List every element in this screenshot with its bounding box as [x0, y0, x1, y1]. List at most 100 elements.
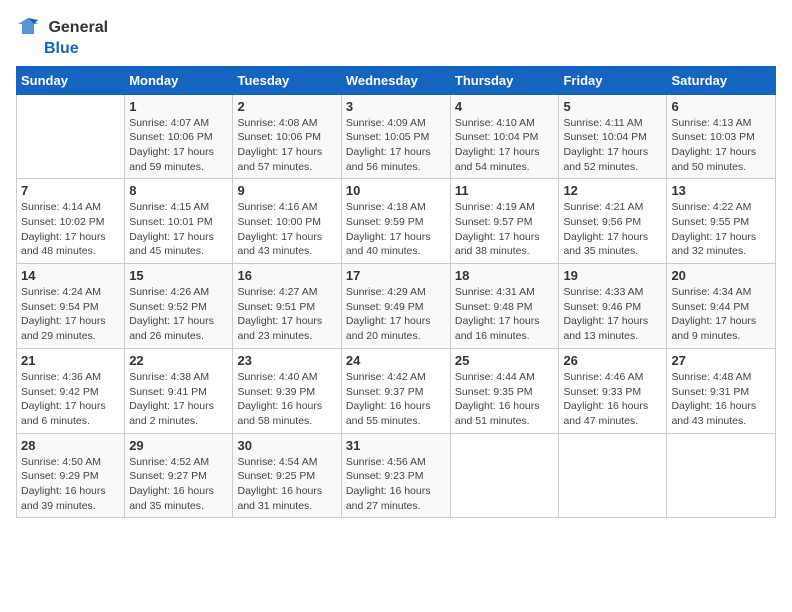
day-info: Sunrise: 4:14 AM Sunset: 10:02 PM Daylig…	[21, 200, 120, 259]
calendar-cell: 25Sunrise: 4:44 AM Sunset: 9:35 PM Dayli…	[450, 348, 559, 433]
calendar-cell	[450, 433, 559, 518]
day-info: Sunrise: 4:46 AM Sunset: 9:33 PM Dayligh…	[563, 370, 662, 429]
calendar-cell: 28 Sunrise: 4:50 AM Sunset: 9:29 PM Dayli…	[17, 433, 125, 518]
day-info: Sunrise: 4:07 AM Sunset: 10:06 PM Daylig…	[129, 116, 228, 175]
day-number: 29	[129, 438, 228, 453]
calendar-cell: 30Sunrise: 4:54 AM Sunset: 9:25 PM Dayli…	[233, 433, 341, 518]
calendar-cell: 9 Sunrise: 4:16 AM Sunset: 10:00 PM Dayli…	[233, 179, 341, 264]
weekday-header-friday: Friday	[559, 66, 667, 94]
day-number: 14	[21, 268, 120, 283]
calendar-cell: 2 Sunrise: 4:08 AM Sunset: 10:06 PM Dayli…	[233, 94, 341, 179]
day-number: 13	[671, 183, 771, 198]
calendar-cell: 29 Sunrise: 4:52 AM Sunset: 9:27 PM Dayli…	[125, 433, 233, 518]
day-number: 11	[455, 183, 555, 198]
calendar-cell: 5Sunrise: 4:11 AM Sunset: 10:04 PM Dayli…	[559, 94, 667, 179]
day-number: 6	[671, 99, 771, 114]
day-number: 2	[237, 99, 336, 114]
calendar-cell: 13 Sunrise: 4:22 AM Sunset: 9:55 PM Dayli…	[667, 179, 776, 264]
weekday-header-thursday: Thursday	[450, 66, 559, 94]
day-info: Sunrise: 4:34 AM Sunset: 9:44 PM Dayligh…	[671, 285, 771, 344]
day-info: Sunrise: 4:48 AM Sunset: 9:31 PM Dayligh…	[671, 370, 771, 429]
day-number: 20	[671, 268, 771, 283]
day-info: Sunrise: 4:27 AM Sunset: 9:51 PM Dayligh…	[237, 285, 336, 344]
day-info: Sunrise: 4:31 AM Sunset: 9:48 PM Dayligh…	[455, 285, 555, 344]
weekday-header-saturday: Saturday	[667, 66, 776, 94]
day-info: Sunrise: 4:18 AM Sunset: 9:59 PM Dayligh…	[346, 200, 446, 259]
day-info: Sunrise: 4:42 AM Sunset: 9:37 PM Dayligh…	[346, 370, 446, 429]
day-info: Sunrise: 4:08 AM Sunset: 10:06 PM Daylig…	[237, 116, 336, 175]
calendar-cell: 6 Sunrise: 4:13 AM Sunset: 10:03 PM Dayli…	[667, 94, 776, 179]
day-number: 26	[563, 353, 662, 368]
day-number: 31	[346, 438, 446, 453]
day-info: Sunrise: 4:50 AM Sunset: 9:29 PM Dayligh…	[21, 455, 120, 514]
day-info: Sunrise: 4:13 AM Sunset: 10:03 PM Daylig…	[671, 116, 771, 175]
logo: General Blue	[16, 16, 108, 58]
calendar-cell: 27 Sunrise: 4:48 AM Sunset: 9:31 PM Dayli…	[667, 348, 776, 433]
day-info: Sunrise: 4:26 AM Sunset: 9:52 PM Dayligh…	[129, 285, 228, 344]
calendar-cell: 19Sunrise: 4:33 AM Sunset: 9:46 PM Dayli…	[559, 264, 667, 349]
day-info: Sunrise: 4:36 AM Sunset: 9:42 PM Dayligh…	[21, 370, 120, 429]
day-number: 5	[563, 99, 662, 114]
calendar-week-row-2: 7 Sunrise: 4:14 AM Sunset: 10:02 PM Dayli…	[17, 179, 776, 264]
calendar-week-row-4: 21 Sunrise: 4:36 AM Sunset: 9:42 PM Dayli…	[17, 348, 776, 433]
day-number: 22	[129, 353, 228, 368]
day-number: 17	[346, 268, 446, 283]
weekday-header-wednesday: Wednesday	[341, 66, 450, 94]
day-number: 24	[346, 353, 446, 368]
day-number: 28	[21, 438, 120, 453]
day-info: Sunrise: 4:19 AM Sunset: 9:57 PM Dayligh…	[455, 200, 555, 259]
calendar-cell: 20 Sunrise: 4:34 AM Sunset: 9:44 PM Dayli…	[667, 264, 776, 349]
day-info: Sunrise: 4:15 AM Sunset: 10:01 PM Daylig…	[129, 200, 228, 259]
day-number: 18	[455, 268, 555, 283]
weekday-header-tuesday: Tuesday	[233, 66, 341, 94]
logo-bird-icon	[16, 16, 40, 40]
calendar-cell: 18 Sunrise: 4:31 AM Sunset: 9:48 PM Dayli…	[450, 264, 559, 349]
calendar-table: SundayMondayTuesdayWednesdayThursdayFrid…	[16, 66, 776, 519]
day-info: Sunrise: 4:29 AM Sunset: 9:49 PM Dayligh…	[346, 285, 446, 344]
calendar-cell: 17 Sunrise: 4:29 AM Sunset: 9:49 PM Dayli…	[341, 264, 450, 349]
calendar-cell: 23 Sunrise: 4:40 AM Sunset: 9:39 PM Dayli…	[233, 348, 341, 433]
calendar-cell: 12Sunrise: 4:21 AM Sunset: 9:56 PM Dayli…	[559, 179, 667, 264]
calendar-cell: 31 Sunrise: 4:56 AM Sunset: 9:23 PM Dayli…	[341, 433, 450, 518]
calendar-cell: 15 Sunrise: 4:26 AM Sunset: 9:52 PM Dayli…	[125, 264, 233, 349]
day-number: 1	[129, 99, 228, 114]
calendar-cell: 10 Sunrise: 4:18 AM Sunset: 9:59 PM Dayli…	[341, 179, 450, 264]
day-number: 4	[455, 99, 555, 114]
logo-blue: Blue	[44, 40, 79, 57]
day-number: 3	[346, 99, 446, 114]
weekday-header-row: SundayMondayTuesdayWednesdayThursdayFrid…	[17, 66, 776, 94]
calendar-cell: 26 Sunrise: 4:46 AM Sunset: 9:33 PM Dayli…	[559, 348, 667, 433]
weekday-header-monday: Monday	[125, 66, 233, 94]
calendar-cell: 1 Sunrise: 4:07 AM Sunset: 10:06 PM Dayli…	[125, 94, 233, 179]
day-number: 15	[129, 268, 228, 283]
day-info: Sunrise: 4:38 AM Sunset: 9:41 PM Dayligh…	[129, 370, 228, 429]
calendar-cell	[17, 94, 125, 179]
calendar-cell	[559, 433, 667, 518]
calendar-cell: 24 Sunrise: 4:42 AM Sunset: 9:37 PM Dayli…	[341, 348, 450, 433]
day-number: 16	[237, 268, 336, 283]
day-number: 8	[129, 183, 228, 198]
day-info: Sunrise: 4:09 AM Sunset: 10:05 PM Daylig…	[346, 116, 446, 175]
day-number: 21	[21, 353, 120, 368]
day-number: 12	[563, 183, 662, 198]
day-info: Sunrise: 4:24 AM Sunset: 9:54 PM Dayligh…	[21, 285, 120, 344]
day-info: Sunrise: 4:52 AM Sunset: 9:27 PM Dayligh…	[129, 455, 228, 514]
calendar-cell	[667, 433, 776, 518]
calendar-cell: 22 Sunrise: 4:38 AM Sunset: 9:41 PM Dayli…	[125, 348, 233, 433]
day-number: 7	[21, 183, 120, 198]
day-info: Sunrise: 4:22 AM Sunset: 9:55 PM Dayligh…	[671, 200, 771, 259]
day-info: Sunrise: 4:56 AM Sunset: 9:23 PM Dayligh…	[346, 455, 446, 514]
day-number: 9	[237, 183, 336, 198]
day-info: Sunrise: 4:16 AM Sunset: 10:00 PM Daylig…	[237, 200, 336, 259]
day-info: Sunrise: 4:40 AM Sunset: 9:39 PM Dayligh…	[237, 370, 336, 429]
calendar-cell: 16 Sunrise: 4:27 AM Sunset: 9:51 PM Dayli…	[233, 264, 341, 349]
day-info: Sunrise: 4:54 AM Sunset: 9:25 PM Dayligh…	[237, 455, 336, 514]
day-number: 27	[671, 353, 771, 368]
day-number: 19	[563, 268, 662, 283]
calendar-cell: 14 Sunrise: 4:24 AM Sunset: 9:54 PM Dayli…	[17, 264, 125, 349]
page-header: General Blue	[16, 16, 776, 58]
day-number: 10	[346, 183, 446, 198]
day-number: 23	[237, 353, 336, 368]
calendar-cell: 4Sunrise: 4:10 AM Sunset: 10:04 PM Dayli…	[450, 94, 559, 179]
calendar-week-row-3: 14 Sunrise: 4:24 AM Sunset: 9:54 PM Dayli…	[17, 264, 776, 349]
